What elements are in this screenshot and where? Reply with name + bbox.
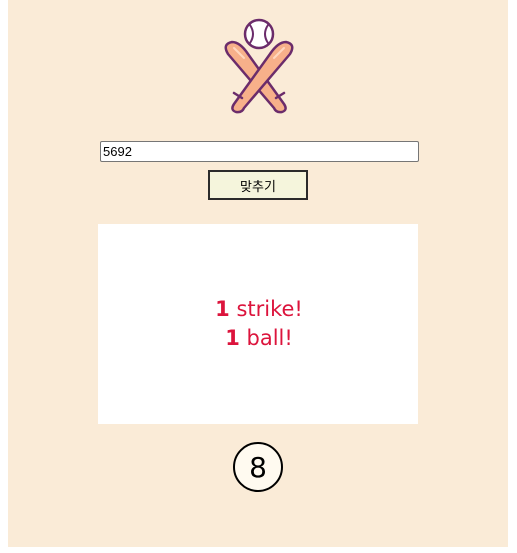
- ball-result: 1 ball!: [225, 324, 293, 353]
- attempts-counter: 8: [233, 442, 283, 492]
- ball-count: 1: [225, 326, 240, 350]
- baseball-bats-icon: [224, 18, 294, 114]
- submit-guess-button[interactable]: 맞추기: [208, 170, 308, 200]
- result-panel: 1 strike! 1 ball!: [98, 224, 418, 424]
- game-page: 맞추기 1 strike! 1 ball! 8: [8, 0, 508, 547]
- ball-label: ball!: [246, 326, 293, 350]
- strike-label: strike!: [236, 297, 303, 321]
- strike-count: 1: [215, 297, 230, 321]
- guess-input[interactable]: [100, 141, 419, 162]
- strike-result: 1 strike!: [215, 295, 303, 324]
